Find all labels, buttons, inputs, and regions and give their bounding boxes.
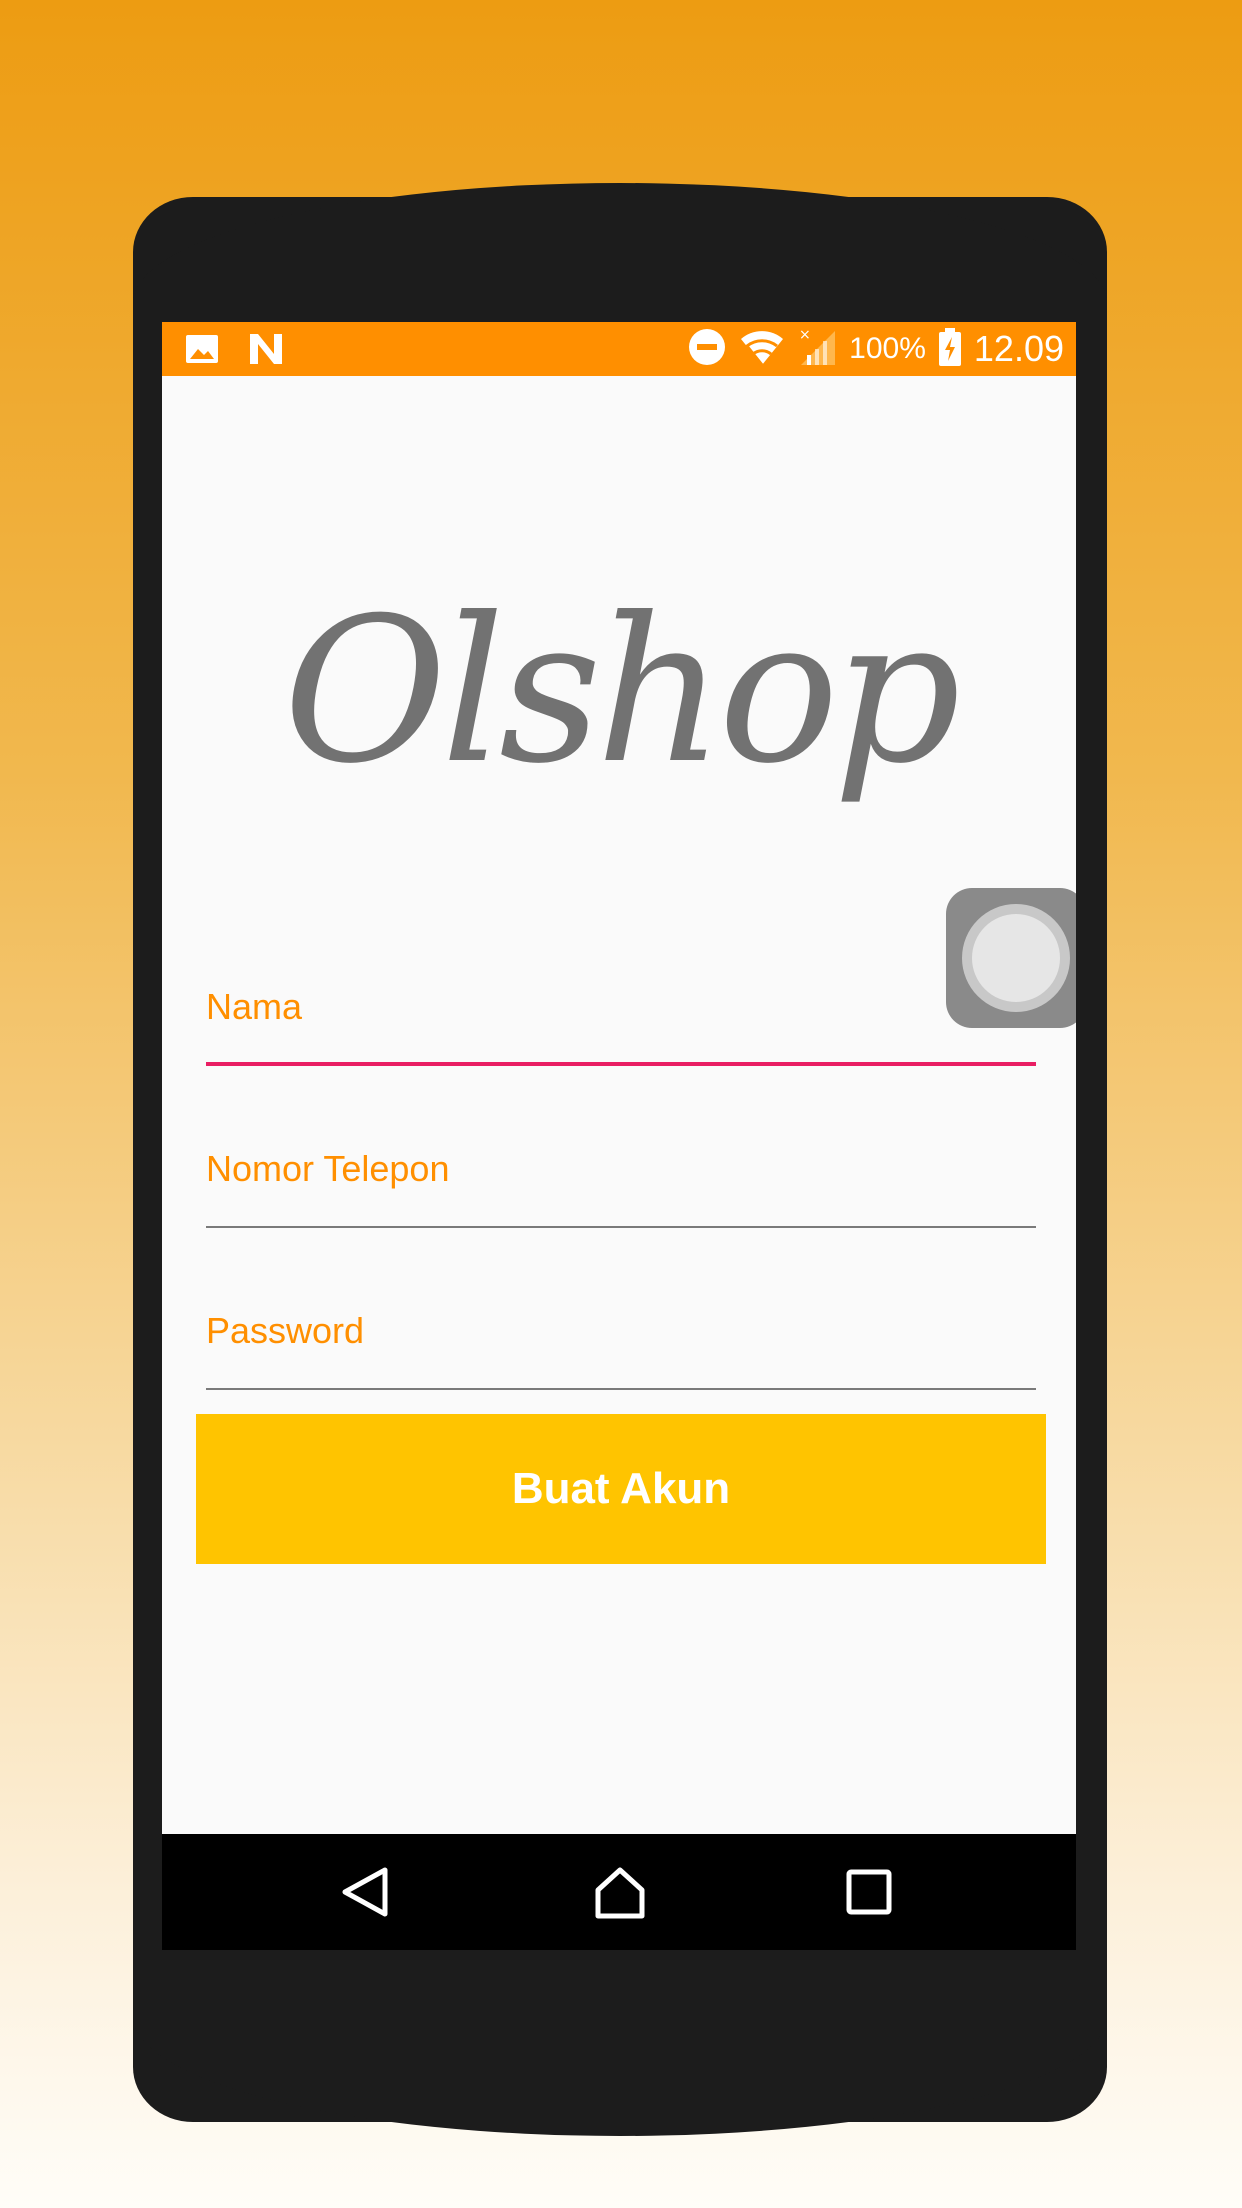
do-not-disturb-icon xyxy=(687,327,727,371)
name-field-label: Nama xyxy=(206,986,303,1027)
signal-icon: × xyxy=(797,327,837,371)
navigation-bar xyxy=(162,1834,1076,1950)
wifi-icon xyxy=(739,327,785,371)
recent-apps-icon[interactable] xyxy=(839,1862,899,1922)
assistive-touch-core xyxy=(972,914,1060,1002)
image-icon xyxy=(184,331,220,371)
battery-icon xyxy=(938,327,962,371)
n-icon xyxy=(248,332,288,370)
clock: 12.09 xyxy=(973,328,1064,369)
back-icon[interactable] xyxy=(335,1862,395,1922)
password-field[interactable]: Password xyxy=(206,1310,1036,1390)
phone-number-field-underline xyxy=(206,1226,1036,1228)
name-field-underline xyxy=(206,1062,1036,1066)
create-account-button[interactable]: Buat Akun xyxy=(196,1414,1046,1564)
svg-text:×: × xyxy=(799,327,811,343)
assistive-touch-button[interactable] xyxy=(946,888,1076,1028)
name-field[interactable]: Nama xyxy=(206,986,1036,1066)
phone-number-field[interactable]: Nomor Telepon xyxy=(206,1148,1036,1228)
phone-number-field-label: Nomor Telepon xyxy=(206,1148,450,1189)
app-screen: × 100% 12.09 Olshop Nama Nomor Telepon P… xyxy=(162,322,1076,1950)
battery-percent: 100% xyxy=(849,332,926,365)
password-field-label: Password xyxy=(206,1310,365,1351)
app-logo: Olshop xyxy=(283,575,961,808)
home-icon[interactable] xyxy=(590,1862,650,1922)
password-field-underline xyxy=(206,1388,1036,1390)
status-bar: × 100% 12.09 xyxy=(162,322,1076,376)
